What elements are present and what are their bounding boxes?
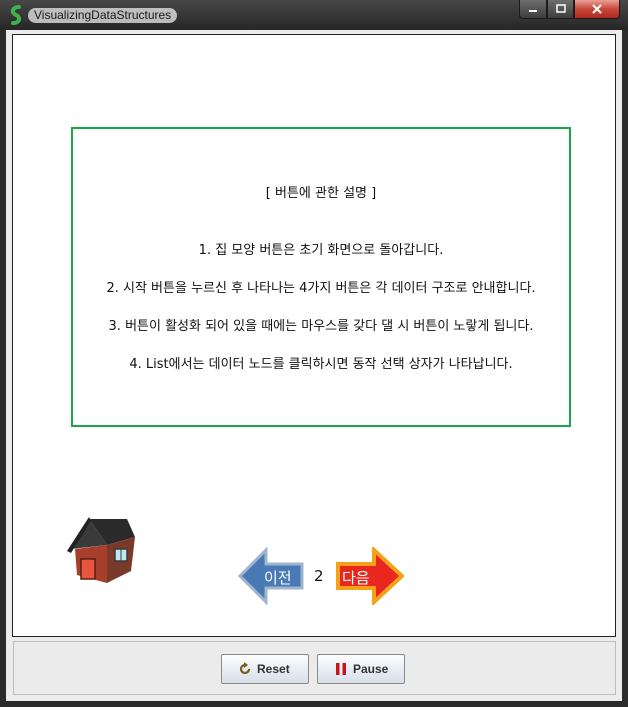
app-window: VisualizingDataStructures [ 버튼에 관한 설명 ] …	[0, 0, 628, 707]
prev-label: 이전	[264, 569, 292, 587]
page-number: 2	[314, 567, 324, 585]
pause-label: Pause	[353, 662, 389, 676]
reset-icon	[239, 662, 251, 675]
close-button[interactable]	[574, 0, 620, 19]
info-line-2: 2. 시작 버튼을 누르신 후 나타나는 4가지 버튼은 각 데이터 구조로 안…	[106, 281, 536, 296]
info-line-1: 1. 집 모양 버튼은 초기 화면으로 돌아갑니다.	[198, 243, 444, 258]
prev-button[interactable]: 이전	[237, 546, 304, 606]
next-label: 다음	[342, 569, 370, 587]
app-logo-icon	[10, 5, 22, 25]
close-icon	[592, 4, 602, 14]
main-canvas: [ 버튼에 관한 설명 ] 1. 집 모양 버튼은 초기 화면으로 돌아갑니다.…	[12, 34, 616, 637]
control-bar: Reset Pause	[13, 641, 616, 695]
content-frame: [ 버튼에 관한 설명 ] 1. 집 모양 버튼은 초기 화면으로 돌아갑니다.…	[6, 30, 622, 701]
page-navigation: 이전 2 다음	[237, 545, 406, 607]
next-button[interactable]: 다음	[336, 545, 405, 607]
pause-icon	[336, 663, 346, 675]
title-bar[interactable]: VisualizingDataStructures	[0, 0, 628, 30]
reset-label: Reset	[257, 662, 290, 676]
minimize-icon	[529, 10, 537, 12]
maximize-icon	[555, 4, 566, 13]
maximize-button[interactable]	[547, 0, 574, 19]
info-line-4: 4. List에서는 데이터 노드를 클릭하시면 동작 선택 상자가 나타납니다…	[129, 357, 513, 372]
window-title: VisualizingDataStructures	[28, 8, 178, 23]
minimize-button[interactable]	[519, 0, 547, 19]
info-box: [ 버튼에 관한 설명 ] 1. 집 모양 버튼은 초기 화면으로 돌아갑니다.…	[71, 127, 571, 427]
info-heading: [ 버튼에 관한 설명 ]	[265, 186, 377, 201]
home-button[interactable]	[67, 515, 135, 585]
pause-button[interactable]: Pause	[317, 654, 405, 684]
reset-button[interactable]: Reset	[221, 654, 309, 684]
info-line-3: 3. 버튼이 활성화 되어 있을 때에는 마우스를 갖다 댈 시 버튼이 노랗게…	[108, 319, 534, 334]
